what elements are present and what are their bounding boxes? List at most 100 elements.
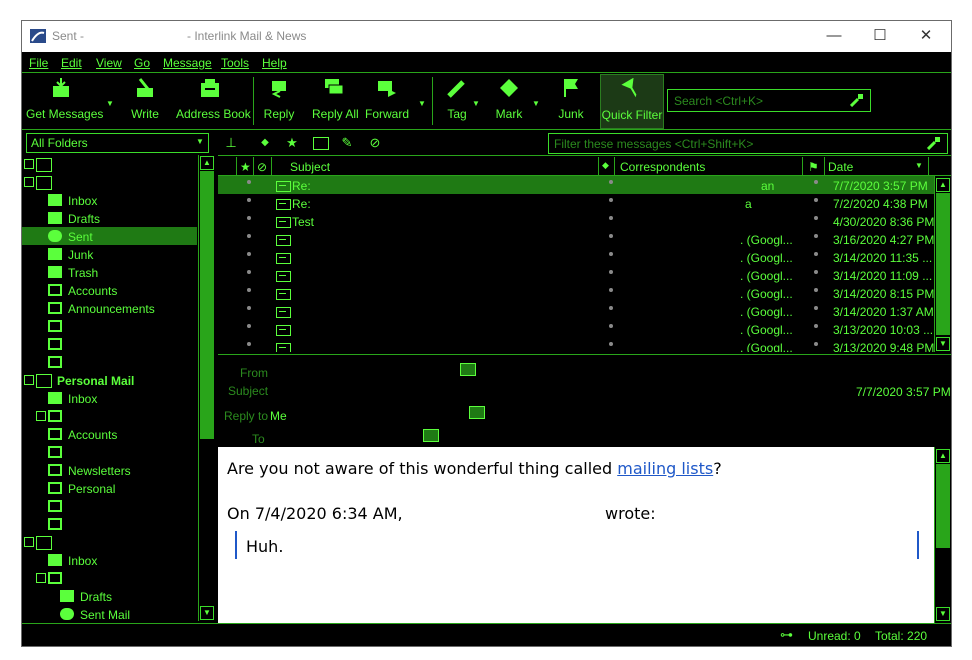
attachment-column-icon[interactable]: ⊘ <box>254 157 272 175</box>
junk-status-icon[interactable] <box>814 288 818 292</box>
folder-junk[interactable]: Junk <box>22 245 197 263</box>
collapse-icon[interactable] <box>24 537 34 547</box>
reply-all-button[interactable]: Reply All <box>312 77 359 121</box>
folder-accounts[interactable]: Accounts <box>22 281 197 299</box>
table-row[interactable]: . (Googl... 3/14/2020 8:15 PM <box>218 284 934 302</box>
column-correspondents[interactable]: Correspondents <box>615 157 803 175</box>
scroll-down-icon[interactable]: ▼ <box>936 337 950 351</box>
folder-inbox[interactable]: Inbox <box>22 551 197 569</box>
junk-column-icon[interactable]: ⚑ <box>803 157 825 175</box>
folder-trash[interactable]: Trash <box>22 263 197 281</box>
menu-message[interactable]: Message <box>163 56 212 70</box>
junk-status-icon[interactable] <box>814 180 818 184</box>
table-row[interactable]: Re: an 7/7/2020 3:57 PM <box>218 176 934 194</box>
folder-inbox[interactable]: Inbox <box>22 389 197 407</box>
read-status-icon[interactable] <box>247 180 251 184</box>
folder-unnamed[interactable] <box>22 497 197 515</box>
folder-drafts[interactable]: Drafts <box>22 587 197 605</box>
column-date[interactable]: Date ▼ <box>825 157 929 175</box>
thread-pane-scrollbar[interactable]: ▲ ▼ <box>934 176 951 352</box>
collapse-icon[interactable] <box>36 573 46 583</box>
junk-status-icon[interactable] <box>814 306 818 310</box>
account-personal-mail[interactable]: Personal Mail <box>22 371 197 389</box>
folder-unnamed[interactable] <box>22 317 197 335</box>
menu-tools[interactable]: Tools <box>221 56 249 70</box>
account-row[interactable] <box>22 173 197 191</box>
tag-button[interactable]: Tag <box>442 77 472 121</box>
unread-dot-icon[interactable] <box>609 180 613 184</box>
pin-icon[interactable]: ⊥ <box>224 136 238 150</box>
unread-dot-icon[interactable] <box>609 216 613 220</box>
collapse-icon[interactable] <box>24 177 34 187</box>
forward-dropdown-icon[interactable]: ▼ <box>418 99 426 108</box>
table-row[interactable]: . (Googl... 3/14/2020 11:35 ... <box>218 248 934 266</box>
junk-button[interactable]: Junk <box>554 77 588 121</box>
junk-status-icon[interactable] <box>814 216 818 220</box>
account-row[interactable] <box>22 155 197 173</box>
expand-icon[interactable] <box>24 159 34 169</box>
forward-button[interactable]: Forward <box>365 77 409 121</box>
scroll-up-icon[interactable]: ▲ <box>200 156 214 170</box>
read-status-icon[interactable] <box>247 342 251 346</box>
read-status-icon[interactable] <box>247 216 251 220</box>
folder-announcements[interactable]: Announcements <box>22 299 197 317</box>
unread-dot-icon[interactable] <box>609 288 613 292</box>
write-button[interactable]: Write <box>128 77 162 121</box>
scrollbar-thumb[interactable] <box>936 193 950 335</box>
table-row[interactable]: . (Googl... 3/16/2020 4:27 PM <box>218 230 934 248</box>
folder-unnamed[interactable] <box>22 443 197 461</box>
scroll-up-icon[interactable]: ▲ <box>936 178 950 192</box>
starred-filter-icon[interactable]: ★ <box>285 136 299 150</box>
filter-messages-input[interactable]: Filter these messages <Ctrl+Shift+K> <box>548 133 948 154</box>
junk-status-icon[interactable] <box>814 252 818 256</box>
folder-drafts[interactable]: Drafts <box>22 209 197 227</box>
folder-unnamed[interactable] <box>22 335 197 353</box>
unread-column-icon[interactable]: ◆ <box>599 157 615 175</box>
unread-dot-icon[interactable] <box>609 306 613 310</box>
folder-unnamed[interactable] <box>22 515 197 533</box>
table-row[interactable]: . (Googl... 3/13/2020 10:03 ... <box>218 320 934 338</box>
read-status-icon[interactable] <box>247 252 251 256</box>
reply-button[interactable]: Reply <box>262 77 296 121</box>
read-status-icon[interactable] <box>247 324 251 328</box>
folder-inbox[interactable]: Inbox <box>22 191 197 209</box>
read-status-icon[interactable] <box>247 198 251 202</box>
scrollbar-thumb[interactable] <box>936 464 950 548</box>
folder-unnamed[interactable] <box>22 569 197 587</box>
account-row[interactable] <box>22 533 197 551</box>
read-status-icon[interactable] <box>247 288 251 292</box>
mark-button[interactable]: Mark <box>492 77 526 121</box>
get-messages-button[interactable]: Get Messages <box>26 77 103 121</box>
minimize-button[interactable]: — <box>811 21 857 52</box>
unread-dot-icon[interactable] <box>609 252 613 256</box>
close-button[interactable]: ✕ <box>903 21 949 52</box>
folder-sent-mail[interactable]: Sent Mail <box>22 605 197 621</box>
contact-icon[interactable] <box>423 429 439 442</box>
scroll-down-icon[interactable]: ▼ <box>936 607 950 621</box>
unread-dot-icon[interactable] <box>609 270 613 274</box>
folder-pane-scrollbar[interactable]: ▲ ▼ <box>198 155 214 621</box>
thread-column-picker-icon[interactable] <box>218 157 237 175</box>
star-column-icon[interactable]: ★ <box>237 157 254 175</box>
online-status-icon[interactable]: ⊶ <box>780 627 793 643</box>
read-status-icon[interactable] <box>247 234 251 238</box>
table-row[interactable]: Re: a 7/2/2020 4:38 PM <box>218 194 934 212</box>
contact-icon[interactable] <box>460 363 476 376</box>
message-body-scrollbar[interactable]: ▲ ▼ <box>934 447 951 623</box>
folder-view-select[interactable]: All Folders ▼ <box>26 133 209 153</box>
collapse-icon[interactable] <box>24 375 34 385</box>
folder-accounts[interactable]: Accounts <box>22 425 197 443</box>
junk-status-icon[interactable] <box>814 198 818 202</box>
table-row[interactable]: . (Googl... 3/13/2020 9:48 PM <box>218 338 934 352</box>
scrollbar-thumb[interactable] <box>200 171 214 439</box>
menu-view[interactable]: View <box>96 56 122 70</box>
get-messages-dropdown-icon[interactable]: ▼ <box>106 99 114 108</box>
menu-edit[interactable]: Edit <box>61 56 82 70</box>
reply-to-value[interactable]: Me <box>270 409 287 423</box>
mailing-lists-link[interactable]: mailing lists <box>617 459 713 478</box>
unread-dot-icon[interactable] <box>609 342 613 346</box>
read-status-icon[interactable] <box>247 306 251 310</box>
unread-dot-icon[interactable] <box>609 324 613 328</box>
unread-filter-icon[interactable]: ◆ <box>258 136 272 150</box>
junk-status-icon[interactable] <box>814 324 818 328</box>
